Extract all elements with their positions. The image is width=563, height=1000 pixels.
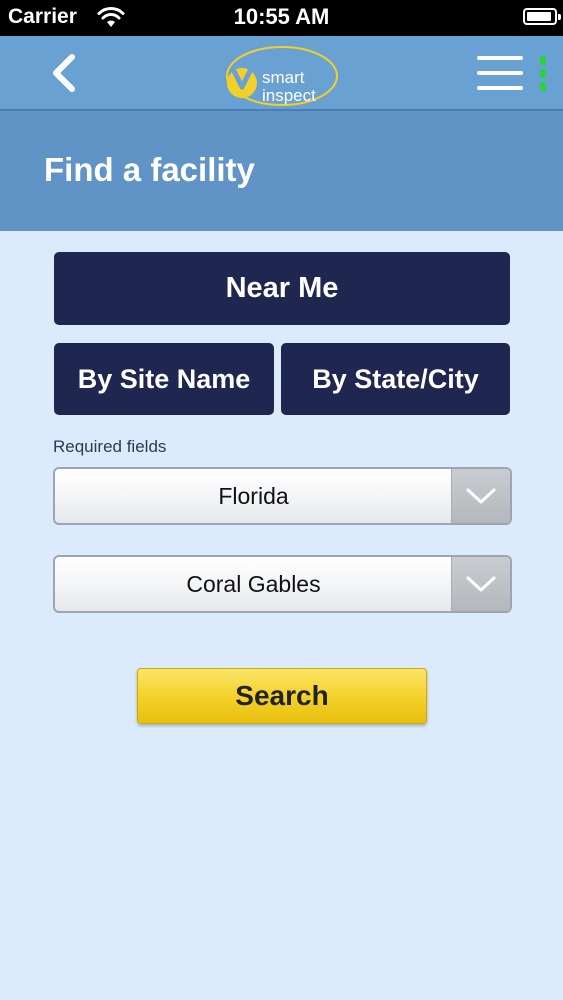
navigation-bar: smart inspect [0, 36, 563, 111]
by-site-name-button[interactable]: By Site Name [54, 343, 274, 415]
status-bar: Carrier 10:55 AM [0, 0, 563, 36]
logo-text-inspect: inspect [262, 86, 316, 105]
status-indicator [540, 56, 546, 92]
chevron-down-icon [466, 488, 496, 504]
chevron-left-icon [53, 54, 75, 92]
city-dropdown-toggle[interactable] [451, 557, 510, 611]
menu-button[interactable] [477, 56, 525, 92]
logo-text-smart: smart [262, 68, 305, 87]
clock: 10:55 AM [233, 4, 330, 29]
back-button[interactable] [46, 53, 82, 93]
page-title: Find a facility [44, 151, 255, 188]
battery-icon [523, 8, 561, 25]
chevron-down-icon [466, 576, 496, 592]
title-bar: Find a facility [0, 111, 563, 231]
required-fields-label: Required fields [53, 437, 167, 456]
state-select[interactable]: Florida [53, 467, 512, 525]
state-select-value: Florida [218, 482, 289, 509]
by-state-city-button[interactable]: By State/City [281, 343, 510, 415]
search-button[interactable]: Search [137, 668, 427, 724]
near-me-button[interactable]: Near Me [54, 252, 510, 325]
city-select-value: Coral Gables [186, 570, 321, 597]
city-select[interactable]: Coral Gables [53, 555, 512, 613]
state-dropdown-toggle[interactable] [451, 469, 510, 523]
